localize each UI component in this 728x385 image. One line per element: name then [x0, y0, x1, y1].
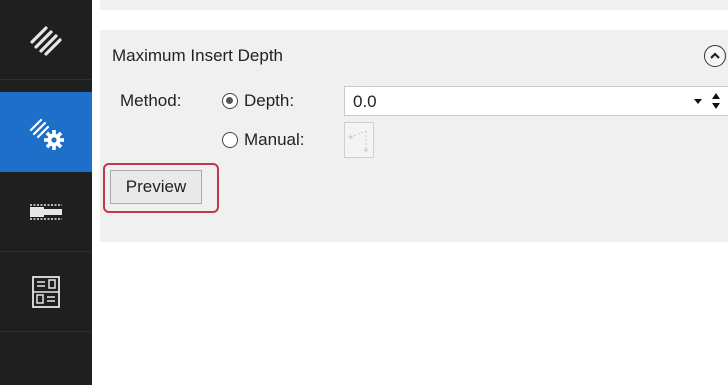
sidebar-item-toolpath[interactable]: [0, 0, 92, 80]
depth-spinner[interactable]: [692, 90, 726, 112]
toolpath-icon: [26, 20, 66, 60]
sidebar-item-parameters[interactable]: [0, 252, 92, 332]
sidebar-item-toolpath-settings[interactable]: [0, 92, 92, 172]
parameters-icon: [31, 275, 61, 309]
preview-button[interactable]: Preview: [110, 170, 202, 204]
sidebar: [0, 0, 92, 385]
pick-point-icon: [345, 130, 373, 161]
depth-radio[interactable]: [222, 93, 238, 109]
max-insert-depth-panel: Maximum Insert Depth Method: Depth: 0.0 …: [100, 30, 728, 242]
top-panel-strip: [100, 0, 728, 10]
sidebar-item-tool[interactable]: [0, 172, 92, 252]
tool-icon: [26, 197, 66, 227]
manual-label: Manual:: [244, 130, 305, 149]
collapse-button[interactable]: [704, 45, 726, 67]
chevron-up-icon: [709, 47, 721, 65]
depth-label: Depth:: [244, 91, 295, 110]
manual-radio[interactable]: [222, 132, 238, 148]
panel-title: Maximum Insert Depth: [112, 46, 283, 65]
depth-field[interactable]: 0.0: [344, 86, 728, 116]
depth-value: 0.0: [353, 92, 377, 111]
manual-pick-button[interactable]: [344, 122, 374, 158]
toolpath-settings-icon: [25, 111, 67, 153]
method-label: Method:: [120, 91, 182, 110]
